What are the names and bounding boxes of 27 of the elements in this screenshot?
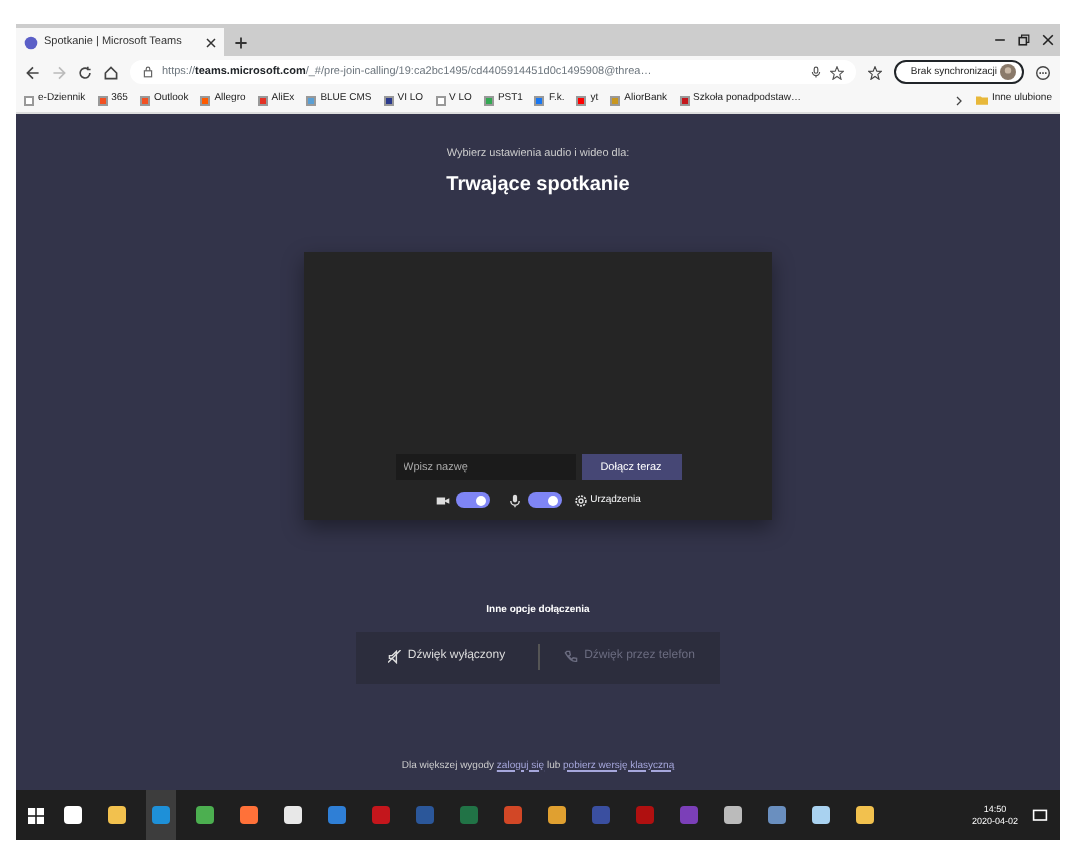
close-icon[interactable] [1042, 34, 1054, 46]
minimize-icon[interactable] [994, 34, 1006, 46]
meeting-title: Trwające spotkanie [446, 172, 630, 201]
chevron-icon[interactable] [953, 95, 964, 105]
notification-icon[interactable] [1032, 807, 1048, 823]
avatar-icon [1000, 64, 1016, 80]
restore-icon[interactable] [1018, 34, 1030, 46]
teams-icon [24, 35, 38, 49]
microphone-toggle[interactable] [527, 492, 562, 509]
lock-icon [142, 66, 154, 78]
muted-speaker-icon [387, 650, 402, 665]
phone-icon [564, 650, 579, 665]
home-icon[interactable] [104, 65, 118, 79]
gear-icon [573, 493, 588, 508]
camera-toggle[interactable] [455, 492, 490, 509]
microphone-icon[interactable] [810, 66, 823, 78]
close-icon[interactable] [206, 37, 216, 47]
camera-icon [435, 493, 450, 508]
refresh-icon[interactable] [78, 65, 92, 79]
star-icon[interactable] [830, 65, 845, 79]
folder-icon [975, 94, 988, 106]
back-icon[interactable] [26, 65, 40, 79]
more-icon[interactable] [1036, 65, 1050, 79]
microphone-icon [507, 493, 522, 508]
windows-icon[interactable] [28, 807, 44, 823]
new-tab-icon[interactable] [234, 36, 248, 50]
favorites-icon[interactable] [868, 65, 883, 79]
